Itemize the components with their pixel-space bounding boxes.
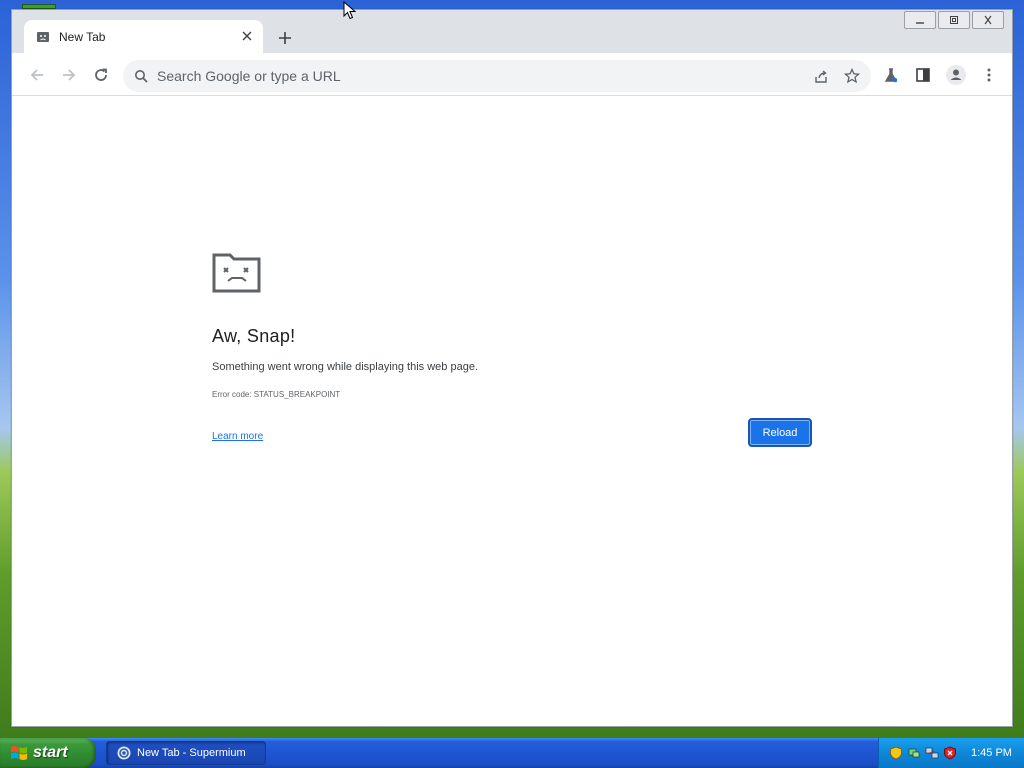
learn-more-link[interactable]: Learn more bbox=[212, 431, 263, 442]
side-panel-icon bbox=[916, 68, 930, 82]
sad-folder-icon bbox=[212, 251, 262, 293]
tab-new-tab[interactable]: New Tab bbox=[24, 20, 263, 53]
connections-icon[interactable] bbox=[925, 746, 939, 760]
person-icon bbox=[946, 65, 966, 85]
menu-button[interactable] bbox=[976, 62, 1002, 88]
taskbar-item-label: New Tab - Supermium bbox=[137, 747, 246, 759]
share-icon[interactable] bbox=[811, 67, 831, 85]
profile-button[interactable] bbox=[943, 62, 969, 88]
reload-page-button[interactable]: Reload bbox=[748, 418, 812, 447]
arrow-left-icon bbox=[30, 69, 43, 81]
tab-title: New Tab bbox=[59, 29, 106, 44]
star-icon[interactable] bbox=[842, 67, 862, 85]
error-page: Aw, Snap! Something went wrong while dis… bbox=[12, 97, 1012, 726]
supermium-icon bbox=[117, 746, 131, 760]
side-panel-button[interactable] bbox=[910, 62, 936, 88]
system-tray: 1:45 PM bbox=[878, 738, 1024, 768]
minimize-button[interactable] bbox=[904, 11, 936, 29]
start-button[interactable]: start bbox=[0, 738, 96, 768]
browser-window: New Tab Search Google or type a URL Aw, … bbox=[11, 9, 1013, 727]
address-input[interactable] bbox=[157, 68, 757, 84]
security-alert-icon[interactable] bbox=[943, 746, 957, 760]
reload-icon bbox=[95, 68, 107, 81]
window-controls bbox=[902, 11, 1004, 29]
kebab-menu-icon bbox=[987, 68, 991, 82]
clock[interactable]: 1:45 PM bbox=[971, 747, 1012, 759]
omnibox[interactable] bbox=[123, 60, 871, 92]
security-shield-icon[interactable] bbox=[889, 746, 903, 760]
back-button[interactable] bbox=[24, 62, 50, 88]
labs-button[interactable] bbox=[878, 62, 904, 88]
restore-button[interactable] bbox=[938, 11, 970, 29]
search-icon bbox=[133, 68, 149, 84]
taskbar: start New Tab - Supermium 1:45 PM bbox=[0, 738, 1024, 768]
arrow-right-icon bbox=[63, 69, 76, 81]
reload-button[interactable] bbox=[88, 62, 114, 88]
sad-page-icon bbox=[35, 29, 51, 45]
error-description: Something went wrong while displaying th… bbox=[212, 361, 478, 373]
error-code: Error code: STATUS_BREAKPOINT bbox=[212, 390, 341, 399]
forward-button[interactable] bbox=[56, 62, 82, 88]
browser-toolbar bbox=[12, 53, 1012, 96]
flask-icon bbox=[884, 68, 898, 83]
start-label: start bbox=[33, 744, 68, 761]
close-window-button[interactable] bbox=[972, 11, 1004, 29]
title-bar: New Tab bbox=[12, 10, 1012, 53]
close-icon[interactable] bbox=[239, 28, 255, 44]
taskbar-item-browser[interactable]: New Tab - Supermium bbox=[106, 741, 266, 765]
error-title: Aw, Snap! bbox=[212, 326, 296, 346]
new-tab-button[interactable] bbox=[274, 27, 296, 49]
network-icon[interactable] bbox=[907, 746, 921, 760]
windows-logo-icon bbox=[11, 746, 27, 760]
mouse-cursor-icon bbox=[343, 1, 357, 20]
